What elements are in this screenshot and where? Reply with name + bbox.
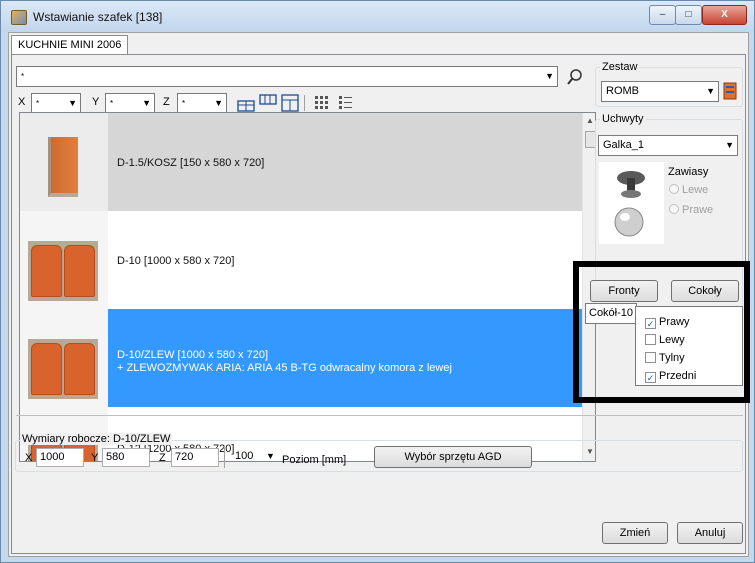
zawiasy-prawe-radio[interactable]: Prawe [669, 204, 713, 216]
search-icon[interactable] [565, 67, 585, 87]
zestaw-value: ROMB [606, 85, 639, 97]
list-item-name: D-10 [1000 x 580 x 720] [117, 255, 235, 267]
view-cabinet-low-icon[interactable] [236, 93, 256, 113]
filter-x-label: X [18, 96, 26, 108]
list-item-selected[interactable]: D-10/ZLEW [1000 x 580 x 720] + ZLEWOZMYW… [20, 309, 582, 407]
wymiary-z-label: Z [159, 452, 166, 464]
cabinet-list[interactable]: D-1.5/KOSZ [150 x 580 x 720] D-10 [1000 … [19, 112, 596, 462]
chevron-down-icon: ▼ [545, 71, 554, 81]
zawiasy-lewe-label: Lewe [682, 184, 709, 196]
list-item[interactable]: D-1.5/KOSZ [150 x 580 x 720] [20, 113, 582, 211]
window-title: Wstawianie szafek [138] [33, 10, 163, 24]
view-cabinet-high-icon[interactable] [258, 93, 278, 113]
zawiasy-prawe-label: Prawe [682, 204, 714, 216]
chevron-down-icon: ▼ [142, 98, 151, 108]
chevron-down-icon: ▼ [68, 98, 77, 108]
knob-icon [614, 171, 645, 237]
filter-z-combo[interactable]: * ▼ [177, 93, 227, 114]
poziom-label: Poziom [mm] [282, 454, 347, 466]
view-cabinet-column-icon[interactable] [280, 93, 300, 113]
list-view-icon[interactable] [336, 93, 356, 113]
filter-z-label: Z [163, 96, 170, 108]
zestaw-title: Zestaw [600, 61, 640, 73]
cabinet-thumbnail [20, 211, 108, 309]
list-item-extra: + ZLEWOZMYWAK ARIA: ARIA 45 B-TG odwraca… [117, 362, 452, 374]
filter-y-label: Y [92, 96, 100, 108]
zestaw-combo[interactable]: ROMB ▼ [601, 81, 719, 102]
filter-y-combo[interactable]: * ▼ [105, 93, 155, 114]
catalog-filter-value: * [21, 72, 25, 81]
chevron-down-icon: ▼ [266, 451, 275, 461]
app-icon [11, 10, 27, 25]
list-item-name: D-1.5/KOSZ [150 x 580 x 720] [117, 157, 265, 169]
zawiasy-label: Zawiasy [668, 166, 709, 178]
cabinet-thumbnail [20, 113, 108, 211]
wymiary-y-field[interactable]: 580 [102, 448, 150, 467]
wybor-sprzetu-agd-button[interactable]: Wybór sprzętu AGD [374, 446, 532, 468]
anuluj-button[interactable]: Anuluj [677, 522, 743, 544]
chevron-down-icon: ▼ [725, 140, 734, 150]
close-button[interactable]: X [702, 5, 747, 25]
filter-x-value: * [36, 99, 40, 108]
minimize-button[interactable]: – [649, 5, 676, 25]
toolbar-separator [304, 95, 305, 111]
chevron-down-icon: ▼ [214, 98, 223, 108]
grid-view-icon[interactable] [312, 93, 332, 113]
zawiasy-lewe-radio[interactable]: Lewe [669, 184, 708, 196]
filter-y-value: * [110, 99, 114, 108]
highlight-frame [573, 261, 750, 403]
wymiary-y-label: Y [91, 452, 99, 464]
poziom-combo[interactable]: 100 ▼ [232, 448, 278, 467]
poziom-value: 100 [235, 450, 254, 462]
maximize-button[interactable]: □ [675, 5, 702, 25]
wymiary-x-label: X [25, 452, 33, 464]
toolbar-separator [224, 448, 225, 468]
filter-z-value: * [182, 99, 186, 108]
catalog-book-icon[interactable] [723, 82, 737, 100]
catalog-filter-combo[interactable]: * ▼ [16, 66, 558, 87]
zmien-button[interactable]: Zmień [602, 522, 668, 544]
chevron-down-icon: ▼ [706, 86, 715, 96]
filter-x-combo[interactable]: * ▼ [31, 93, 81, 114]
scroll-up-icon[interactable]: ▲ [586, 116, 594, 125]
tab-kuchnie-mini[interactable]: KUCHNIE MINI 2006 [11, 35, 129, 55]
wymiary-title: Wymiary robocze: D-10/ZLEW [20, 433, 173, 445]
list-item-name: D-10/ZLEW [1000 x 580 x 720] [117, 349, 269, 361]
dialog-window: Wstawianie szafek [138] – □ X KUCHNIE MI… [0, 0, 755, 563]
handle-preview [599, 162, 664, 244]
uchwyty-value: Galka_1 [603, 139, 644, 151]
uchwyty-combo[interactable]: Galka_1 ▼ [598, 135, 738, 156]
list-item[interactable]: D-10 [1000 x 580 x 720] [20, 211, 582, 309]
cabinet-thumbnail [20, 309, 108, 407]
divider [16, 415, 743, 416]
title-bar[interactable]: Wstawianie szafek [138] – □ X [1, 1, 754, 32]
wymiary-z-field[interactable]: 720 [171, 448, 219, 467]
wymiary-x-field[interactable]: 1000 [36, 448, 84, 467]
uchwyty-title: Uchwyty [600, 113, 646, 125]
